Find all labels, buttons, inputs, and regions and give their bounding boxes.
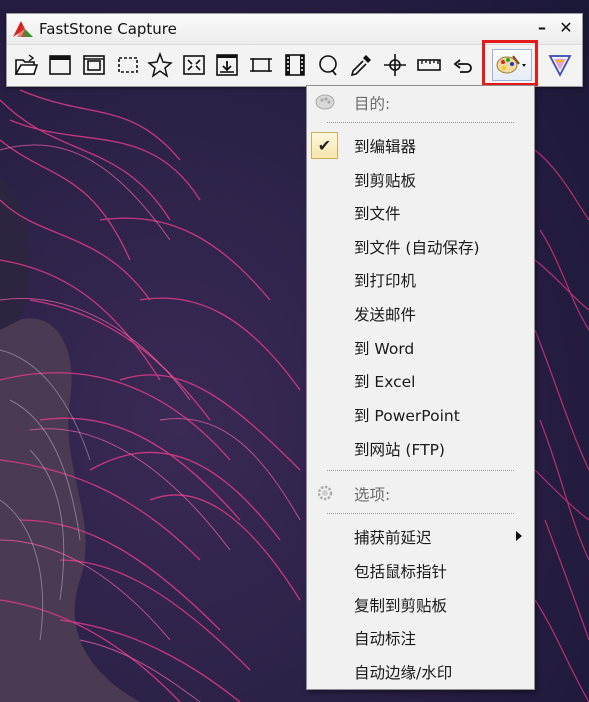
menu-item-to-clipboard[interactable]: 到剪贴板: [307, 163, 534, 195]
close-button[interactable]: ✕: [556, 18, 576, 38]
gear-icon: [317, 485, 333, 501]
capture-window-object-icon: [83, 55, 105, 75]
color-picker-icon: [350, 55, 371, 77]
menu-separator: [327, 122, 514, 123]
menu-item-label: 复制到剪贴板: [354, 597, 448, 615]
minimize-button[interactable]: –: [532, 18, 552, 38]
palette-icon: [315, 94, 335, 110]
menu-item-label: 到打印机: [354, 272, 417, 290]
menu-item-label: 捕获前延迟: [354, 529, 432, 547]
menu-item-label: 到 PowerPoint: [354, 407, 460, 425]
undo-icon: [453, 59, 472, 73]
capture-active-window-button[interactable]: [47, 52, 73, 78]
capture-fixed-region-icon: [250, 58, 272, 72]
menu-item-to-editor[interactable]: ✔ 到编辑器: [307, 129, 534, 161]
capture-rectangle-icon: [118, 57, 138, 73]
menu-item-label: 包括鼠标指针: [354, 563, 448, 581]
screen-ruler-button[interactable]: [416, 52, 442, 78]
menu-item-send-email[interactable]: 发送邮件: [307, 297, 534, 329]
faststone-logo-icon: [13, 21, 33, 37]
menu-item-to-ftp[interactable]: 到网站 (FTP): [307, 432, 534, 464]
magnifier-icon: [319, 55, 337, 76]
menu-separator: [327, 470, 514, 471]
menu-item-label: 到文件 (自动保存): [354, 239, 480, 257]
menu-item-capture-delay[interactable]: 捕获前延迟: [307, 520, 534, 552]
menu-item-to-word[interactable]: 到 Word: [307, 331, 534, 363]
submenu-arrow-icon: [516, 531, 522, 541]
menu-item-auto-edge-watermark[interactable]: 自动边缘/水印: [307, 655, 534, 687]
menu-header-label: 目的:: [354, 95, 391, 113]
capture-fullscreen-icon: [183, 55, 205, 75]
menu-item-to-powerpoint[interactable]: 到 PowerPoint: [307, 398, 534, 430]
menu-item-include-cursor[interactable]: 包括鼠标指针: [307, 554, 534, 586]
menu-item-label: 到 Excel: [354, 373, 416, 391]
menu-item-to-printer[interactable]: 到打印机: [307, 263, 534, 295]
capture-active-window-icon: [49, 55, 71, 75]
settings-button[interactable]: [547, 52, 573, 78]
crosshair-icon: [384, 54, 406, 76]
menu-item-to-file[interactable]: 到文件: [307, 196, 534, 228]
window-title: FastStone Capture: [39, 20, 177, 38]
menu-item-label: 自动标注: [354, 630, 417, 648]
capture-scrolling-window-button[interactable]: [214, 52, 240, 78]
capture-fixed-region-button[interactable]: [248, 52, 274, 78]
screen-ruler-icon: [417, 59, 441, 71]
crosshair-button[interactable]: [382, 52, 408, 78]
capture-freehand-icon: [147, 52, 173, 78]
settings-triangle-icon: [548, 55, 572, 77]
destination-menu: 目的: ✔ 到编辑器 到剪贴板 到文件 到文件 (自动保存) 到打印机 发送邮件…: [306, 85, 535, 690]
capture-rectangle-button[interactable]: [115, 52, 141, 78]
capture-window-object-button[interactable]: [81, 52, 107, 78]
menu-separator: [327, 513, 514, 514]
menu-item-copy-to-clipboard[interactable]: 复制到剪贴板: [307, 588, 534, 620]
menu-header-label: 选项:: [354, 486, 391, 504]
menu-item-to-file-autosave[interactable]: 到文件 (自动保存): [307, 230, 534, 262]
menu-header-options: 选项:: [307, 477, 534, 509]
menu-item-label: 到网站 (FTP): [354, 441, 445, 459]
color-picker-button[interactable]: [348, 52, 374, 78]
menu-item-label: 到 Word: [354, 340, 415, 358]
capture-fullscreen-button[interactable]: [181, 52, 207, 78]
menu-item-to-excel[interactable]: 到 Excel: [307, 364, 534, 396]
menu-item-label: 自动边缘/水印: [354, 664, 453, 682]
open-folder-icon: [14, 54, 39, 75]
screen-recorder-icon: [285, 54, 305, 76]
menu-header-destination: 目的:: [307, 86, 534, 118]
menu-item-label: 到编辑器: [354, 138, 417, 156]
open-folder-button[interactable]: [13, 52, 39, 78]
screen-recorder-button[interactable]: [282, 52, 308, 78]
menu-item-auto-caption[interactable]: 自动标注: [307, 621, 534, 653]
capture-scrolling-window-icon: [216, 54, 238, 76]
checkmark-icon: ✔: [311, 132, 338, 159]
menu-item-label: 到文件: [354, 205, 401, 223]
destination-highlight-box: [482, 40, 538, 86]
capture-freehand-button[interactable]: [147, 52, 173, 78]
menu-item-label: 到剪贴板: [354, 172, 417, 190]
magnifier-button[interactable]: [315, 52, 341, 78]
undo-button[interactable]: [450, 52, 476, 78]
menu-item-label: 发送邮件: [354, 306, 417, 324]
